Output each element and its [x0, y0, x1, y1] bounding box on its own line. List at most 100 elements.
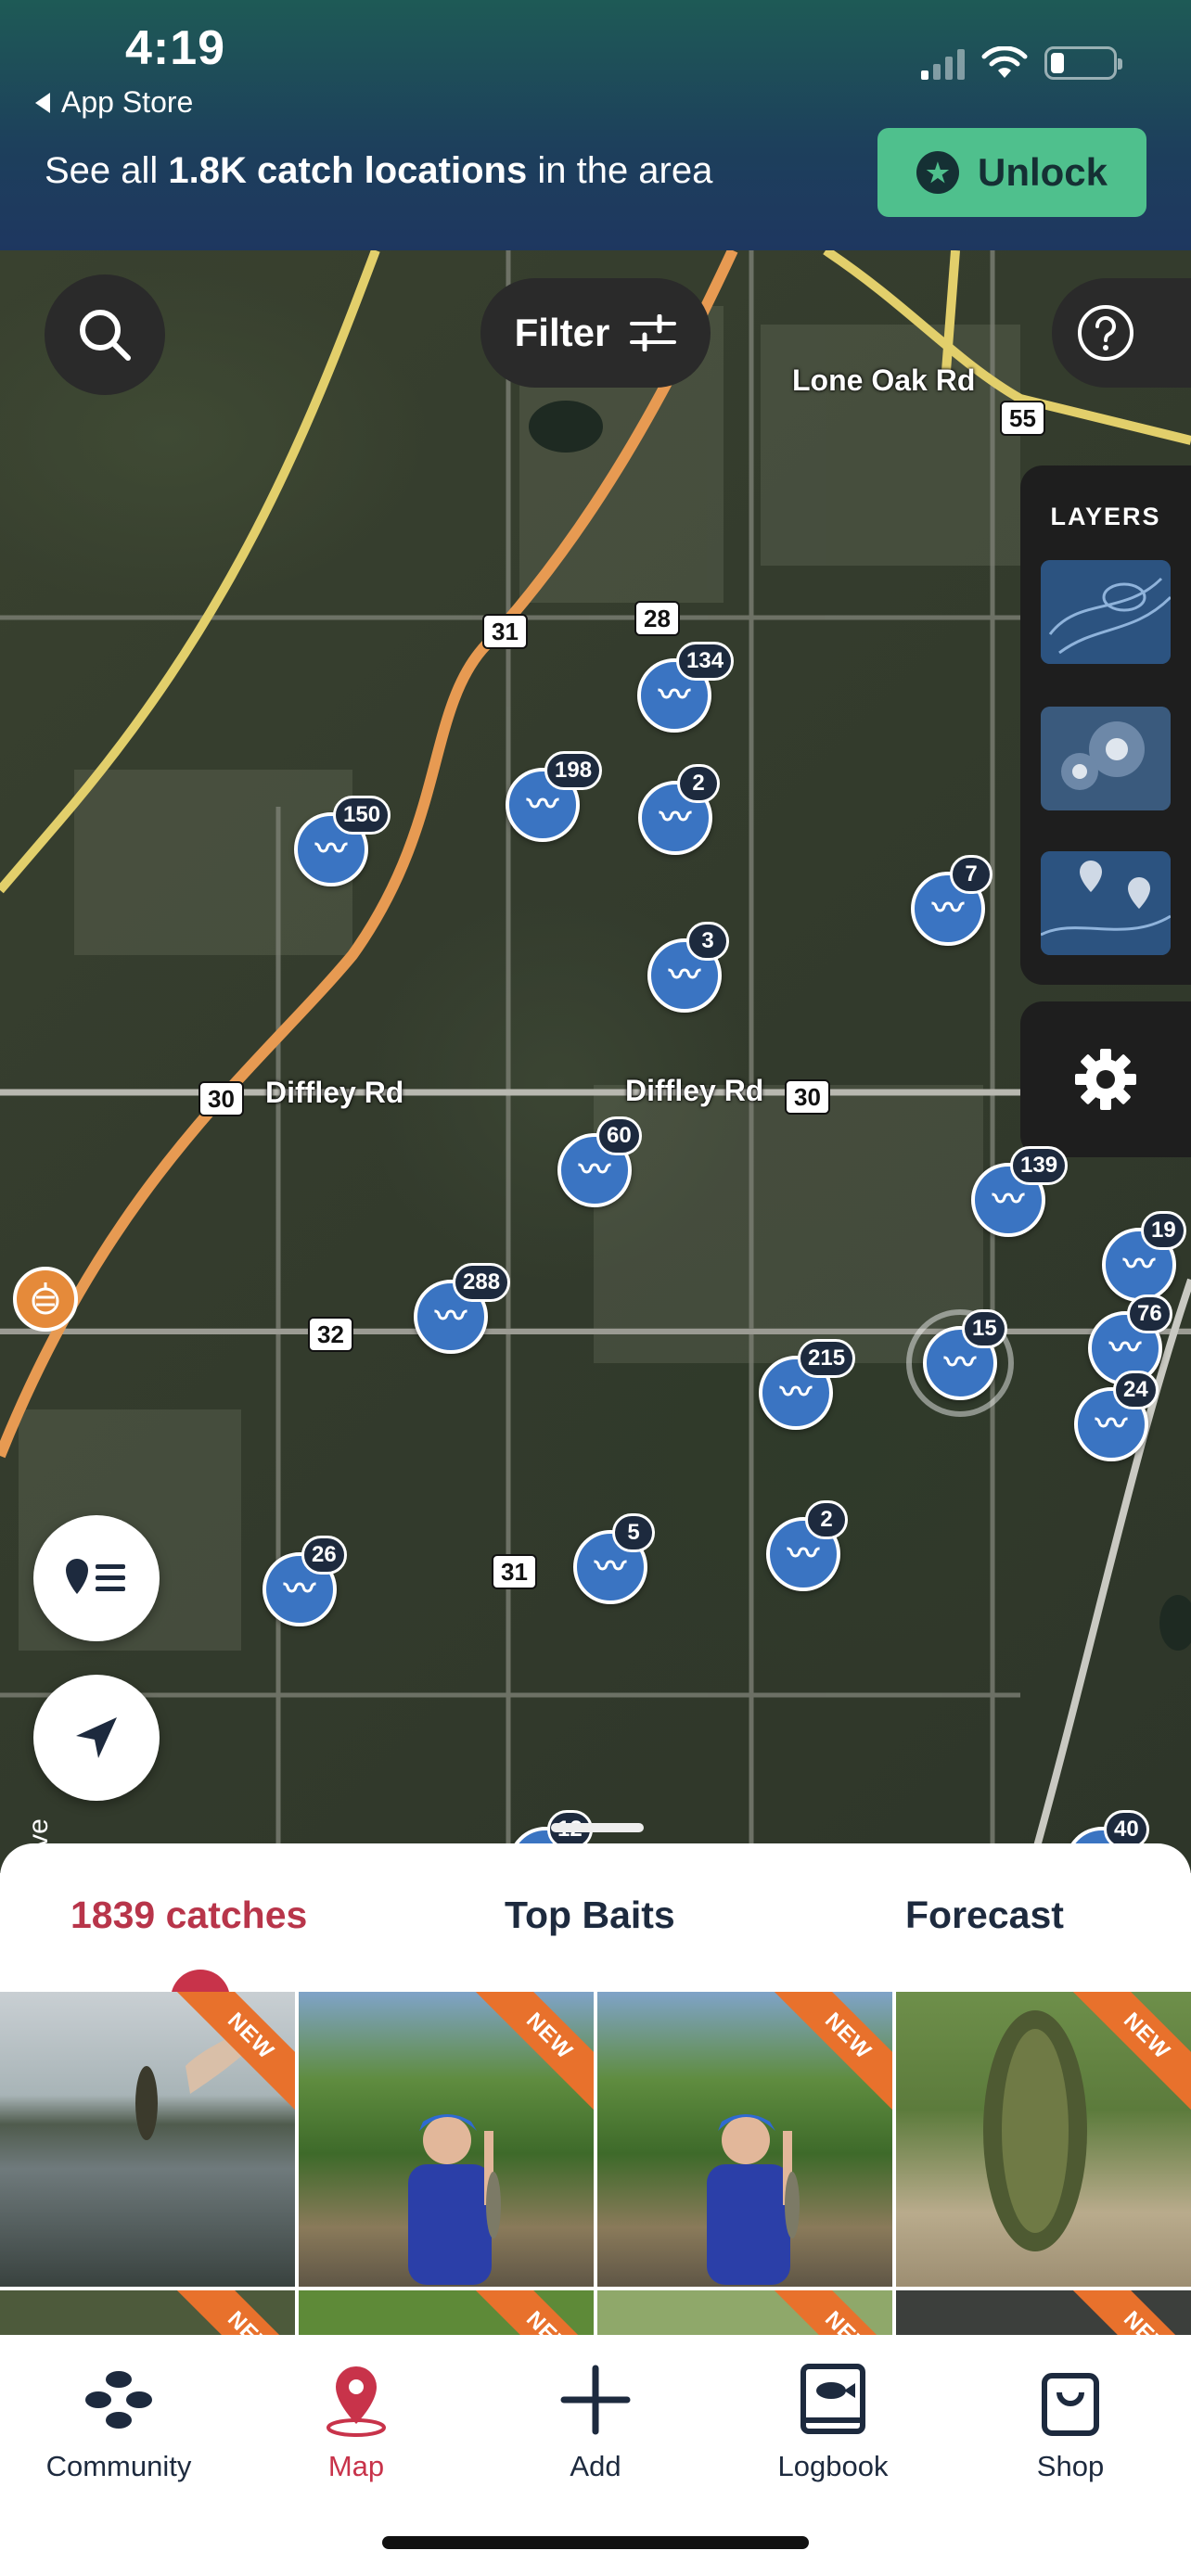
water-icon: 〰 — [992, 1182, 1024, 1218]
catch-pin[interactable]: 〰 2 — [638, 764, 720, 855]
satellite-map[interactable]: Lone Oak Rd Diffley Rd Diffley Rd 55 31 … — [0, 250, 1191, 1873]
pin-count: 2 — [677, 764, 720, 803]
route-shield: 30 — [198, 1081, 244, 1116]
catch-pin[interactable]: 〰 5 — [573, 1513, 655, 1604]
tab-map-label: Map — [327, 2450, 385, 2482]
water-icon: 〰 — [1123, 1247, 1155, 1282]
tab-community[interactable]: Community — [17, 2361, 221, 2483]
catch-pin[interactable]: 〰 26 — [263, 1536, 347, 1626]
water-icon: 〰 — [1095, 1407, 1127, 1442]
water-icon: 〰 — [595, 1549, 626, 1585]
catch-photo[interactable]: NEW — [0, 1992, 295, 2287]
catch-pin[interactable]: 〰 19 — [1102, 1211, 1186, 1302]
water-icon: 〰 — [315, 832, 347, 867]
pin-count: 60 — [596, 1116, 642, 1155]
status-time: 4:19 — [125, 21, 226, 75]
catch-pin[interactable]: 〰 7 — [911, 855, 992, 946]
catch-pin[interactable]: 〰 288 — [414, 1263, 511, 1354]
back-triangle-icon — [35, 92, 50, 113]
catch-pin[interactable]: 〰 3 — [647, 922, 729, 1013]
water-icon: 〰 — [284, 1572, 315, 1607]
catch-photo[interactable]: NEW — [0, 2290, 295, 2335]
road-label-lone-oak: Lone Oak Rd — [792, 363, 976, 397]
shopping-bag-icon — [1042, 2373, 1099, 2436]
search-button[interactable] — [45, 274, 165, 395]
pin-count: 139 — [1010, 1146, 1069, 1185]
map-pin-icon — [327, 2366, 386, 2437]
water-icon: 〰 — [932, 891, 964, 926]
sheet-tabs: 1839 catches Top Baits Forecast — [0, 1894, 1191, 1968]
catch-pin[interactable]: 〰 134 — [637, 642, 735, 733]
catch-pin[interactable]: 〰 139 — [971, 1146, 1069, 1237]
cellular-signal-icon — [921, 48, 965, 80]
route-shield: 31 — [482, 614, 528, 649]
pin-count: 2 — [805, 1500, 848, 1539]
lure-icon — [32, 1282, 59, 1315]
layer-spots-button[interactable] — [1041, 851, 1171, 955]
search-icon — [80, 310, 131, 361]
tab-add-label: Add — [570, 2450, 621, 2482]
catch-pin[interactable]: 〰 60 — [557, 1116, 642, 1207]
question-icon — [1078, 305, 1133, 361]
home-indicator — [382, 2536, 809, 2549]
catch-photo-grid: NEW NEW NEW NEW NEW NEW NEW NEW — [0, 1992, 1191, 2335]
pin-count: 5 — [612, 1513, 655, 1552]
water-icon: 〰 — [1109, 1331, 1141, 1366]
layer-heatmap-button[interactable] — [1041, 707, 1171, 810]
tab-map[interactable]: Map — [254, 2361, 458, 2483]
catch-pin[interactable]: 〰 2 — [766, 1500, 848, 1591]
tab-top-baits[interactable]: Top Baits — [505, 1894, 675, 1937]
catch-pin[interactable]: 〰 150 — [294, 796, 391, 886]
catch-pin[interactable]: 〰 198 — [506, 751, 603, 842]
water-icon: 〰 — [579, 1153, 610, 1188]
unlock-label: Unlock — [977, 150, 1108, 194]
water-icon: 〰 — [780, 1375, 812, 1410]
tab-community-label: Community — [45, 2450, 192, 2482]
status-icons — [921, 46, 1122, 80]
logbook-icon — [800, 2364, 865, 2434]
filter-button[interactable]: Filter — [480, 278, 711, 388]
catch-photo[interactable]: NEW — [597, 2290, 892, 2335]
catch-photo[interactable]: NEW — [299, 1992, 594, 2287]
bait-marker[interactable] — [13, 1267, 78, 1332]
pin-count: 76 — [1127, 1294, 1172, 1333]
catch-photo[interactable]: NEW — [896, 1992, 1191, 2287]
pin-count: 15 — [962, 1309, 1007, 1348]
new-ribbon: NEW — [468, 2290, 594, 2335]
new-ribbon: NEW — [767, 2290, 892, 2335]
sheet-grabber[interactable] — [551, 1823, 644, 1832]
unlock-button[interactable]: ★ Unlock — [877, 128, 1146, 217]
back-to-app-store[interactable]: App Store — [35, 85, 193, 120]
tab-shop[interactable]: Shop — [968, 2361, 1172, 2483]
help-button[interactable] — [1052, 278, 1191, 388]
back-app-label: App Store — [61, 85, 194, 119]
star-icon: ★ — [916, 151, 959, 194]
catch-pin[interactable]: 〰 24 — [1074, 1371, 1159, 1461]
tab-forecast[interactable]: Forecast — [905, 1894, 1064, 1937]
spots-layer-icon — [1041, 851, 1171, 955]
new-ribbon: NEW — [1066, 2290, 1191, 2335]
catch-photo[interactable]: NEW — [597, 1992, 892, 2287]
tab-logbook[interactable]: Logbook — [731, 2361, 935, 2483]
catch-list-button[interactable] — [33, 1515, 160, 1641]
pin-list-icon — [66, 1559, 125, 1594]
water-icon: 〰 — [527, 787, 558, 823]
sliders-icon — [630, 314, 677, 351]
catch-pin-selected[interactable]: 〰 15 — [923, 1309, 1007, 1400]
pin-count: 288 — [453, 1263, 511, 1302]
layer-contour-button[interactable] — [1041, 560, 1171, 664]
road-label-diffley-west: Diffley Rd — [265, 1076, 404, 1109]
catch-photo[interactable]: NEW — [299, 2290, 594, 2335]
route-shield: 31 — [492, 1554, 537, 1589]
tab-catches[interactable]: 1839 catches — [70, 1894, 307, 1937]
catch-photo[interactable]: NEW — [896, 2290, 1191, 2335]
route-shield: 30 — [785, 1079, 830, 1115]
tab-logbook-label: Logbook — [777, 2450, 889, 2482]
pin-count: 24 — [1113, 1371, 1159, 1409]
pin-count: 215 — [798, 1339, 856, 1378]
map-settings-button[interactable] — [1020, 1001, 1191, 1157]
contour-layer-icon — [1041, 560, 1171, 664]
tab-add[interactable]: Add — [493, 2361, 698, 2483]
catch-pin[interactable]: 〰 215 — [759, 1339, 856, 1430]
current-location-button[interactable] — [33, 1675, 160, 1801]
